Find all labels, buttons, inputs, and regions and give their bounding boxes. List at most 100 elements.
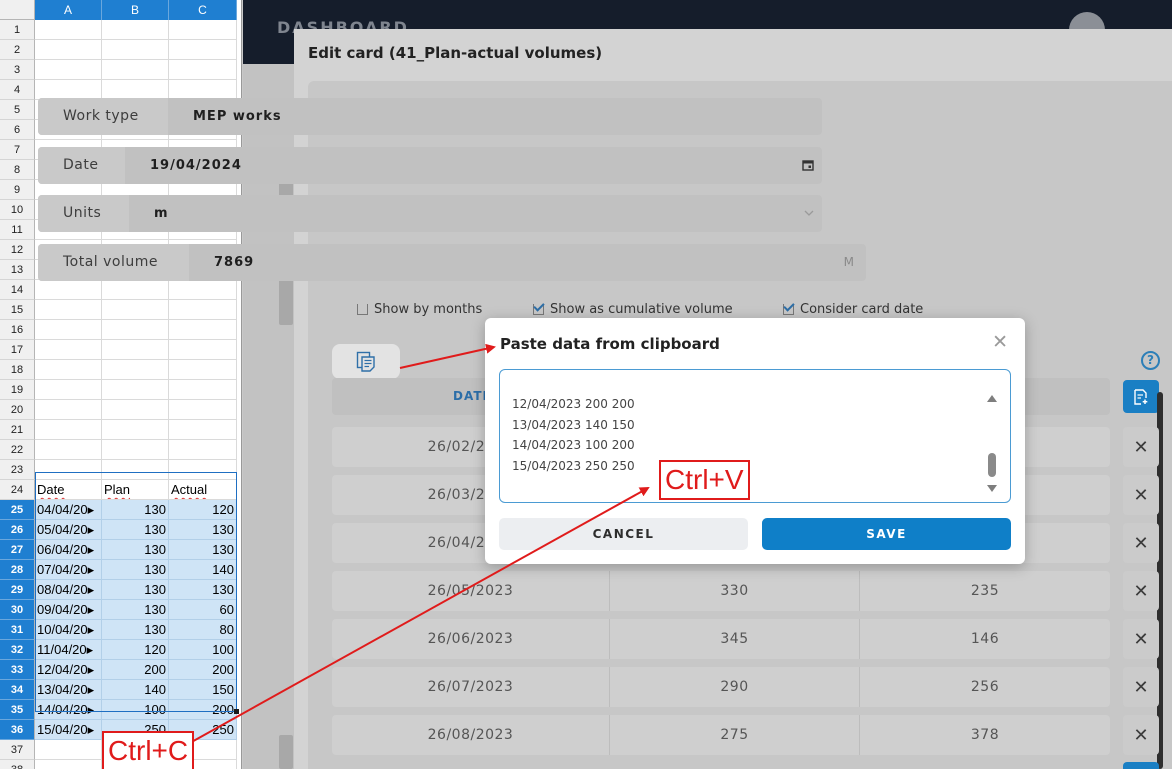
sheet-cell[interactable] xyxy=(35,380,102,400)
row-number[interactable]: 35 xyxy=(0,700,35,720)
row-number[interactable]: 10 xyxy=(0,200,35,220)
sheet-cell[interactable]: 130 xyxy=(169,580,237,600)
row-date[interactable]: 26/08/2023 xyxy=(332,715,609,755)
sheet-cell[interactable] xyxy=(102,340,169,360)
sheet-cell[interactable] xyxy=(102,20,169,40)
sheet-cell[interactable]: Plan xyxy=(102,480,169,500)
row-number[interactable]: 17 xyxy=(0,340,35,360)
delete-row-icon[interactable]: ✕ xyxy=(1123,667,1159,707)
sheet-cell[interactable] xyxy=(35,80,102,100)
sheet-cell[interactable] xyxy=(169,60,237,80)
row-date[interactable]: 26/07/2023 xyxy=(332,667,609,707)
sheet-cell[interactable]: 07/04/20▸ xyxy=(35,560,102,580)
show-cumulative-checkbox[interactable]: Show as cumulative volume xyxy=(533,302,733,317)
sheet-cell[interactable]: 200 xyxy=(102,660,169,680)
row-number[interactable]: 20 xyxy=(0,400,35,420)
sheet-cell[interactable] xyxy=(169,320,237,340)
textarea-scroll-thumb[interactable] xyxy=(988,453,996,477)
sheet-cell[interactable] xyxy=(102,280,169,300)
sheet-cell[interactable] xyxy=(102,80,169,100)
delete-row-icon[interactable]: ✕ xyxy=(1123,571,1159,611)
sheet-cell[interactable]: 130 xyxy=(169,540,237,560)
sheet-cell[interactable]: 120 xyxy=(169,500,237,520)
row-actual[interactable]: 146 xyxy=(860,619,1110,659)
row-number[interactable]: 11 xyxy=(0,220,35,240)
sheet-cell[interactable]: 60 xyxy=(169,600,237,620)
row-number[interactable]: 23 xyxy=(0,460,35,480)
row-number[interactable]: 1 xyxy=(0,20,35,40)
sheet-cell[interactable] xyxy=(35,60,102,80)
sheet-cell[interactable] xyxy=(35,400,102,420)
sheet-cell[interactable] xyxy=(35,460,102,480)
sheet-cell[interactable]: 14/04/20▸ xyxy=(35,700,102,720)
row-number[interactable]: 9 xyxy=(0,180,35,200)
sheet-cell[interactable]: 140 xyxy=(102,680,169,700)
row-number[interactable]: 32 xyxy=(0,640,35,660)
row-number[interactable]: 5 xyxy=(0,100,35,120)
row-number[interactable]: 34 xyxy=(0,680,35,700)
sheet-cell[interactable]: 05/04/20▸ xyxy=(35,520,102,540)
sheet-cell[interactable]: 120 xyxy=(102,640,169,660)
row-number[interactable]: 13 xyxy=(0,260,35,280)
row-number[interactable]: 14 xyxy=(0,280,35,300)
sheet-cell[interactable] xyxy=(102,40,169,60)
row-actual[interactable]: 256 xyxy=(860,667,1110,707)
sheet-cell[interactable]: 130 xyxy=(102,500,169,520)
row-date[interactable]: 26/05/2023 xyxy=(332,571,609,611)
sheet-cell[interactable] xyxy=(169,280,237,300)
sheet-cell[interactable]: 100 xyxy=(169,640,237,660)
row-number[interactable]: 6 xyxy=(0,120,35,140)
sheet-cell[interactable] xyxy=(35,760,102,769)
sheet-cell[interactable]: 150 xyxy=(169,680,237,700)
work-type-field[interactable]: Work type MEP works xyxy=(38,98,822,135)
row-number[interactable]: 18 xyxy=(0,360,35,380)
sheet-cell[interactable] xyxy=(169,380,237,400)
sheet-cell[interactable]: 200 xyxy=(169,700,237,720)
delete-row-icon[interactable]: ✕ xyxy=(1123,715,1159,755)
sheet-cell[interactable] xyxy=(169,300,237,320)
column-header-b[interactable]: B xyxy=(102,0,169,20)
sheet-cell[interactable] xyxy=(102,320,169,340)
date-field[interactable]: Date 19/04/2024 xyxy=(38,147,822,184)
row-number[interactable]: 29 xyxy=(0,580,35,600)
sheet-cell[interactable] xyxy=(169,460,237,480)
row-number[interactable]: 26 xyxy=(0,520,35,540)
save-button[interactable]: SAVE xyxy=(762,518,1011,550)
row-number[interactable]: 4 xyxy=(0,80,35,100)
sheet-cell[interactable]: 06/04/20▸ xyxy=(35,540,102,560)
sheet-cell[interactable] xyxy=(169,80,237,100)
row-plan[interactable]: 275 xyxy=(609,715,860,755)
sheet-cell[interactable]: Date xyxy=(35,480,102,500)
sheet-cell[interactable]: 10/04/20▸ xyxy=(35,620,102,640)
sheet-cell[interactable] xyxy=(35,20,102,40)
close-icon[interactable]: ✕ xyxy=(992,332,1008,352)
scroll-down-icon[interactable] xyxy=(987,485,997,492)
paste-clipboard-button[interactable] xyxy=(332,344,400,379)
sheet-cell[interactable] xyxy=(35,440,102,460)
sheet-cell[interactable]: 130 xyxy=(102,600,169,620)
sheet-cell[interactable]: 80 xyxy=(169,620,237,640)
consider-card-date-checkbox[interactable]: Consider card date xyxy=(783,302,923,317)
sheet-cell[interactable]: 08/04/20▸ xyxy=(35,580,102,600)
sheet-cell[interactable] xyxy=(169,420,237,440)
sheet-cell[interactable]: 200 xyxy=(169,660,237,680)
sheet-cell[interactable]: 09/04/20▸ xyxy=(35,600,102,620)
row-number[interactable]: 2 xyxy=(0,40,35,60)
sheet-cell[interactable]: 130 xyxy=(169,520,237,540)
cancel-button[interactable]: CANCEL xyxy=(499,518,748,550)
scroll-up-icon[interactable] xyxy=(987,395,997,402)
row-number[interactable]: 21 xyxy=(0,420,35,440)
sheet-corner[interactable] xyxy=(0,0,35,20)
row-plan[interactable]: 290 xyxy=(609,667,860,707)
row-number[interactable]: 15 xyxy=(0,300,35,320)
sheet-cell[interactable] xyxy=(35,360,102,380)
row-number[interactable]: 37 xyxy=(0,740,35,760)
row-number[interactable]: 3 xyxy=(0,60,35,80)
sheet-cell[interactable] xyxy=(102,420,169,440)
sheet-cell[interactable] xyxy=(169,40,237,60)
sheet-cell[interactable] xyxy=(35,280,102,300)
sheet-cell[interactable] xyxy=(169,20,237,40)
column-header-a[interactable]: A xyxy=(35,0,102,20)
row-number[interactable]: 22 xyxy=(0,440,35,460)
sheet-cell[interactable] xyxy=(102,440,169,460)
